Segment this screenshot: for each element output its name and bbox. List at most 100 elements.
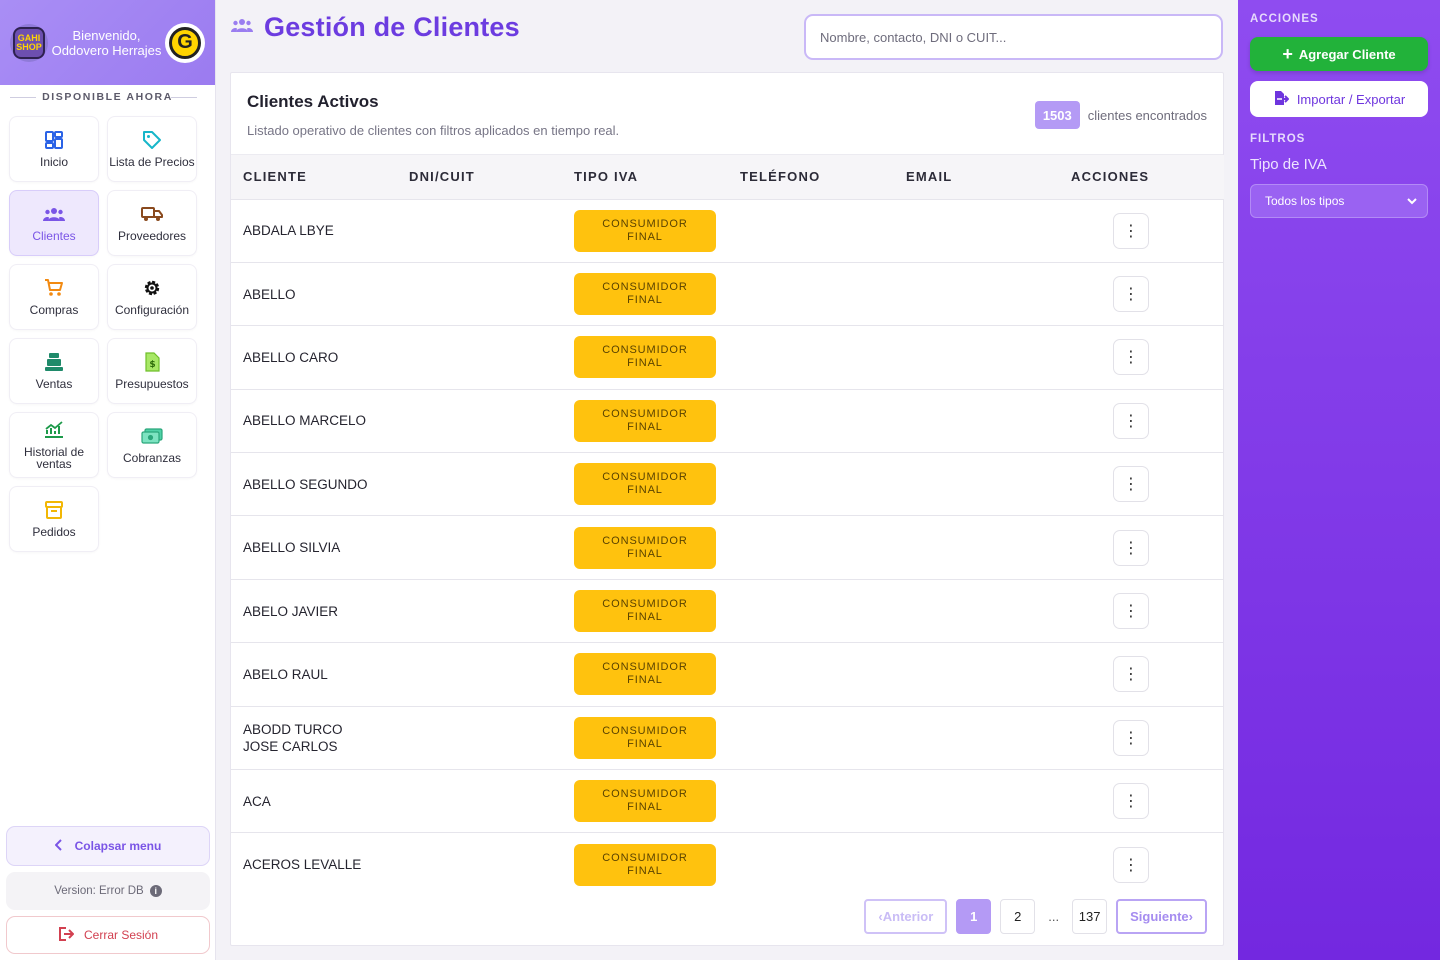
more-vertical-icon: ⋮	[1123, 539, 1139, 557]
row-actions-button[interactable]: ⋮	[1113, 402, 1149, 439]
cell-cliente: ABODD TURCO JOSE CARLOS	[243, 721, 343, 754]
sidebar-item-compras[interactable]: Compras	[9, 264, 99, 330]
iva-badge: CONSUMIDOR FINAL	[574, 526, 716, 569]
column-header-email[interactable]: EMAIL	[894, 155, 1059, 199]
cell-acciones: ⋮	[1059, 833, 1224, 896]
column-header-dni[interactable]: DNI/CUIT	[397, 155, 562, 199]
iva-badge: CONSUMIDOR FINAL	[574, 336, 716, 379]
sidebar-header: GAHI SHOP Bienvenido, Oddovero Herrajes …	[0, 0, 215, 85]
row-actions-button[interactable]: ⋮	[1113, 783, 1149, 820]
sidebar-item-proveedores[interactable]: Proveedores	[107, 190, 197, 256]
cell-email	[894, 516, 1059, 579]
chart-line-icon	[44, 420, 64, 440]
cell-iva: CONSUMIDOR FINAL	[562, 516, 728, 579]
row-actions-button[interactable]: ⋮	[1113, 466, 1149, 503]
iva-filter-select[interactable]: Todos los tipos	[1250, 184, 1428, 218]
iva-badge: CONSUMIDOR FINAL	[574, 399, 716, 442]
info-icon[interactable]: i	[149, 885, 162, 897]
sidebar-item-configuracion[interactable]: Configuración	[107, 264, 197, 330]
sidebar-item-cobranzas[interactable]: Cobranzas	[107, 412, 197, 478]
table-row[interactable]: ABELLO SEGUNDO CONSUMIDOR FINAL ⋮	[231, 452, 1224, 516]
row-actions-button[interactable]: ⋮	[1113, 529, 1149, 566]
sidebar-item-ventas[interactable]: Ventas	[9, 338, 99, 404]
pagination: ‹ Anterior 1 2 ... 137 Siguiente ›	[864, 899, 1207, 934]
pagination-next-button[interactable]: Siguiente ›	[1116, 899, 1207, 934]
row-actions-button[interactable]: ⋮	[1113, 846, 1149, 883]
pagination-prev-button[interactable]: ‹ Anterior	[864, 899, 948, 934]
logo-text: GAHI SHOP	[13, 26, 45, 59]
table-row[interactable]: ACEROS LEVALLE CONSUMIDOR FINAL ⋮	[231, 832, 1224, 896]
table-row[interactable]: ABDALA LBYE CONSUMIDOR FINAL ⋮	[231, 199, 1224, 262]
cell-email	[894, 770, 1059, 833]
add-client-label: Agregar Cliente	[1298, 46, 1396, 62]
cell-dni	[397, 516, 562, 579]
row-actions-button[interactable]: ⋮	[1113, 656, 1149, 693]
page-button-last[interactable]: 137	[1072, 899, 1108, 934]
cell-telefono	[728, 326, 894, 389]
iva-badge: CONSUMIDOR FINAL	[574, 590, 716, 633]
row-actions-button[interactable]: ⋮	[1113, 276, 1149, 313]
row-actions-button[interactable]: ⋮	[1113, 339, 1149, 376]
version-info: Version: Error DB i	[6, 872, 210, 910]
cell-iva: CONSUMIDOR FINAL	[562, 262, 728, 325]
collapse-menu-button[interactable]: Colapsar menu	[6, 826, 210, 866]
users-icon	[43, 204, 65, 224]
row-actions-button[interactable]: ⋮	[1113, 593, 1149, 630]
cell-cliente: ABELLO SILVIA	[243, 540, 341, 556]
truck-icon	[141, 204, 163, 224]
avatar[interactable]: G	[165, 22, 205, 63]
sidebar-item-pedidos[interactable]: Pedidos	[9, 486, 99, 552]
table-row[interactable]: ABELO JAVIER CONSUMIDOR FINAL ⋮	[231, 579, 1224, 642]
row-actions-button[interactable]: ⋮	[1113, 719, 1149, 756]
column-header-cliente[interactable]: CLIENTE	[231, 155, 397, 199]
cell-acciones: ⋮	[1059, 643, 1224, 706]
table-row[interactable]: ABELLO SILVIA CONSUMIDOR FINAL ⋮	[231, 515, 1224, 579]
cell-email	[894, 833, 1059, 896]
gear-icon	[142, 278, 162, 298]
cell-dni	[397, 389, 562, 452]
cell-cliente: ACA	[243, 793, 271, 809]
table-row[interactable]: ABELLO CONSUMIDOR FINAL ⋮	[231, 262, 1224, 325]
column-header-telefono[interactable]: TELÉFONO	[728, 155, 894, 199]
table-row[interactable]: ABELO RAUL CONSUMIDOR FINAL ⋮	[231, 642, 1224, 706]
sidebar-item-presupuestos[interactable]: $ Presupuestos	[107, 338, 197, 404]
chevron-left-icon	[54, 838, 63, 854]
table-row[interactable]: ACA CONSUMIDOR FINAL ⋮	[231, 769, 1224, 833]
app-logo[interactable]: GAHI SHOP	[10, 23, 48, 62]
cell-telefono	[728, 389, 894, 452]
sidebar-item-clientes[interactable]: Clientes	[9, 190, 99, 256]
more-vertical-icon: ⋮	[1123, 476, 1139, 494]
cell-iva: CONSUMIDOR FINAL	[562, 706, 728, 769]
cell-iva: CONSUMIDOR FINAL	[562, 833, 728, 896]
cell-acciones: ⋮	[1059, 579, 1224, 642]
cell-acciones: ⋮	[1059, 516, 1224, 579]
sidebar-item-lista-precios[interactable]: Lista de Precios	[107, 116, 197, 182]
table-row[interactable]: ABODD TURCO JOSE CARLOS CONSUMIDOR FINAL…	[231, 706, 1224, 769]
iva-badge: CONSUMIDOR FINAL	[574, 716, 716, 759]
cell-acciones: ⋮	[1059, 199, 1224, 262]
page-button-2[interactable]: 2	[1000, 899, 1036, 934]
column-header-iva[interactable]: TIPO IVA	[562, 155, 728, 199]
users-icon	[230, 17, 254, 38]
cell-dni	[397, 706, 562, 769]
logout-button[interactable]: Cerrar Sesión	[6, 916, 210, 954]
actions-title: ACCIONES	[1250, 13, 1319, 25]
table-row[interactable]: ABELLO CARO CONSUMIDOR FINAL ⋮	[231, 325, 1224, 389]
page-button-1[interactable]: 1	[956, 899, 992, 934]
logout-icon	[58, 926, 75, 944]
row-actions-button[interactable]: ⋮	[1113, 212, 1149, 249]
cell-cliente: ABELLO MARCELO	[243, 413, 367, 429]
avatar-letter: G	[169, 26, 201, 59]
cell-acciones: ⋮	[1059, 389, 1224, 452]
collapse-menu-label: Colapsar menu	[74, 839, 162, 853]
table-row[interactable]: ABELLO MARCELO CONSUMIDOR FINAL ⋮	[231, 389, 1224, 452]
cell-iva: CONSUMIDOR FINAL	[562, 453, 728, 516]
add-client-button[interactable]: + Agregar Cliente	[1250, 37, 1428, 71]
pagination-prev-label: Anterior	[882, 909, 934, 924]
sidebar-item-historial[interactable]: Historial de ventas	[9, 412, 99, 478]
search-input[interactable]	[804, 14, 1223, 60]
sidebar-item-inicio[interactable]: Inicio	[9, 116, 99, 182]
box-icon	[44, 500, 64, 520]
import-export-button[interactable]: Importar / Exportar	[1250, 81, 1428, 117]
svg-text:$: $	[149, 360, 155, 370]
